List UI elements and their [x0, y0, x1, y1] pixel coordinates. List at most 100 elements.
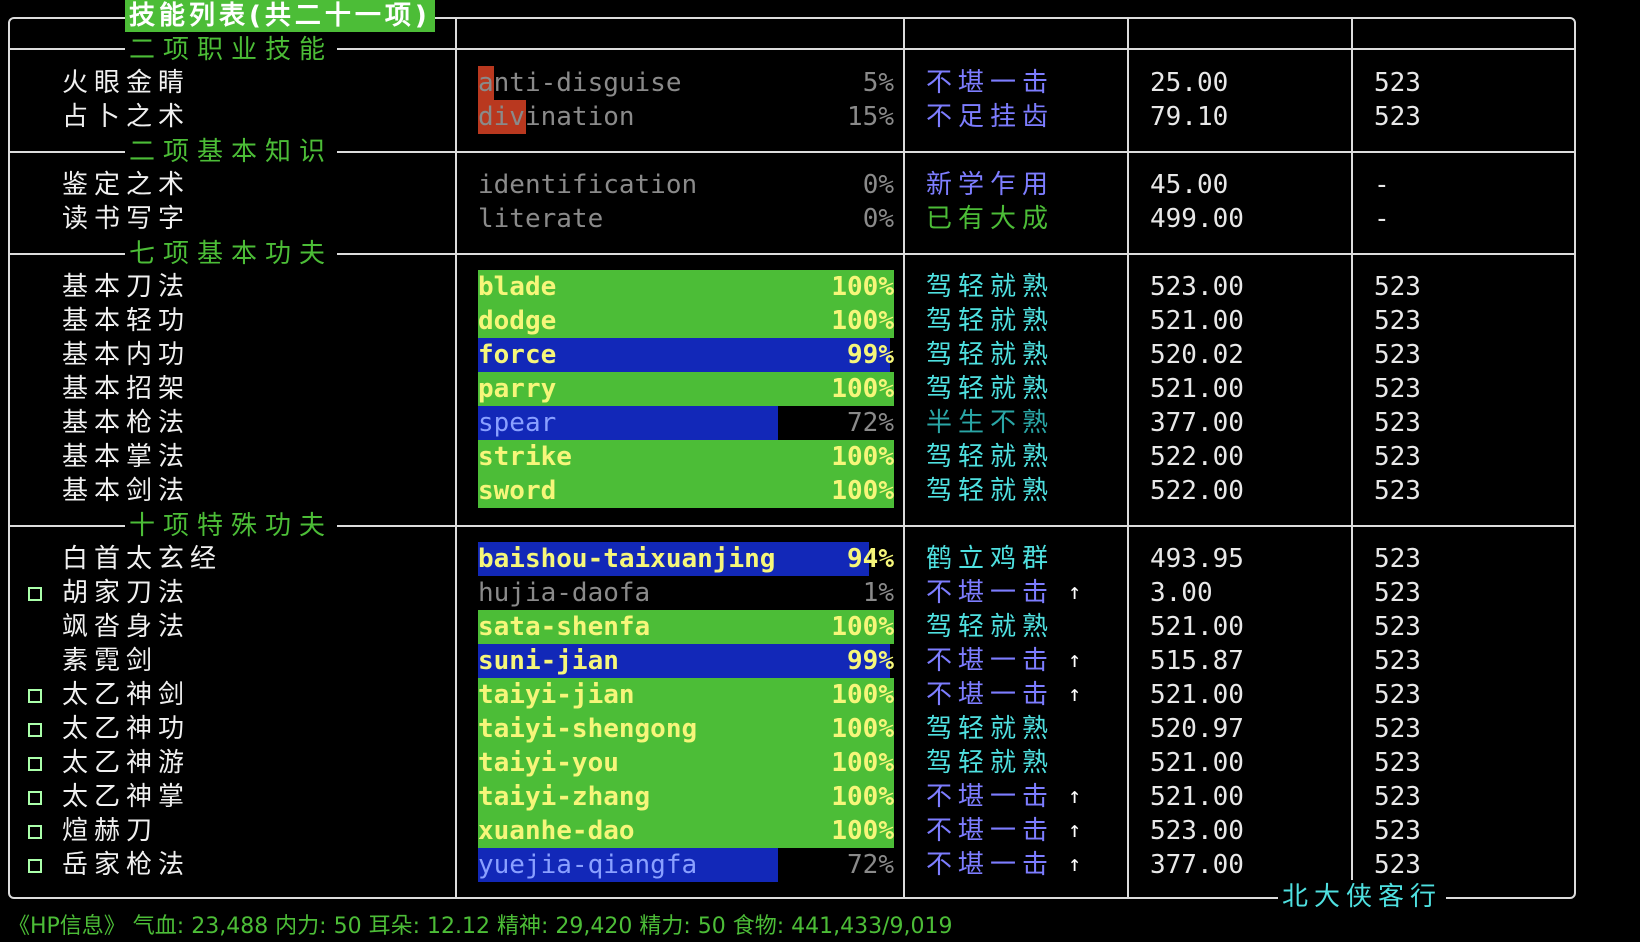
proficiency-level: 不堪一击: [926, 68, 1055, 98]
up-arrow-icon: ↑: [1068, 580, 1082, 605]
enabled-checkbox[interactable]: [28, 825, 42, 839]
skill-chinese-name: 太乙神掌: [62, 782, 191, 812]
skill-value: 493.95: [1150, 544, 1244, 574]
skill-row[interactable]: 太乙神剑 taiyi-jian 100% 不堪一击 ↑ 521.00 523: [0, 678, 1640, 712]
enabled-checkbox[interactable]: [28, 791, 42, 805]
proficiency-level: 驾轻就熟: [926, 442, 1055, 472]
skill-chinese-name: 太乙神剑: [62, 680, 191, 710]
proficiency-level: 不堪一击: [926, 680, 1055, 710]
enabled-checkbox[interactable]: [28, 689, 42, 703]
skill-max: 523: [1374, 476, 1421, 506]
skill-value: 523.00: [1150, 272, 1244, 302]
skill-percent: 100%: [831, 714, 894, 744]
skill-percent: 1%: [862, 578, 894, 608]
proficiency-level: 驾轻就熟: [926, 340, 1055, 370]
skill-max: 523: [1374, 102, 1421, 132]
skill-chinese-name: 岳家枪法: [62, 850, 191, 880]
skill-max: -: [1374, 204, 1390, 234]
skill-row[interactable]: 素霓剑 suni-jian 99% 不堪一击 ↑ 515.87 523: [0, 644, 1640, 678]
enabled-checkbox[interactable]: [28, 587, 42, 601]
up-arrow-icon: ↑: [1068, 852, 1082, 877]
skill-chinese-name: 火眼金睛: [62, 68, 191, 98]
proficiency-level: 不堪一击: [926, 816, 1055, 846]
skill-percent: 0%: [862, 204, 894, 234]
skill-max: 523: [1374, 612, 1421, 642]
skill-value: 499.00: [1150, 204, 1244, 234]
skill-row[interactable]: 基本刀法 blade 100% 驾轻就熟 523.00 523: [0, 270, 1640, 304]
enabled-checkbox[interactable]: [28, 859, 42, 873]
proficiency-level: 半生不熟: [926, 408, 1055, 438]
skill-max: 523: [1374, 442, 1421, 472]
skill-max: 523: [1374, 680, 1421, 710]
section-label: 十项特殊功夫: [125, 511, 338, 541]
hp-status-line: 《HP信息》 气血: 23,488 内力: 50 耳朵: 12.12 精神: 2…: [8, 914, 953, 939]
skill-value: 521.00: [1150, 306, 1244, 336]
skill-percent: 15%: [847, 102, 894, 132]
up-arrow-icon: ↑: [1068, 784, 1082, 809]
skill-row[interactable]: 占卜之术 divination 15% 不足挂齿 79.10 523: [0, 100, 1640, 134]
skill-max: 523: [1374, 646, 1421, 676]
skill-chinese-name: 基本掌法: [62, 442, 191, 472]
skill-percent: 72%: [847, 850, 894, 880]
skill-value: 520.02: [1150, 340, 1244, 370]
enabled-checkbox[interactable]: [28, 723, 42, 737]
skill-value: 520.97: [1150, 714, 1244, 744]
section-label: 二项基本知识: [125, 137, 338, 167]
up-arrow-icon: ↑: [1068, 818, 1082, 843]
skill-value: 515.87: [1150, 646, 1244, 676]
proficiency-level: 驾轻就熟: [926, 272, 1055, 302]
skill-max: 523: [1374, 714, 1421, 744]
skill-chinese-name: 占卜之术: [62, 102, 191, 132]
skill-max: 523: [1374, 374, 1421, 404]
skill-row[interactable]: 太乙神功 taiyi-shengong 100% 驾轻就熟 520.97 523: [0, 712, 1640, 746]
skill-row[interactable]: 读书写字 literate 0% 已有大成 499.00-: [0, 202, 1640, 236]
proficiency-level: 驾轻就熟: [926, 374, 1055, 404]
skill-row[interactable]: 白首太玄经 baishou-taixuanjing 94% 鹤立鸡群 493.95 523: [0, 542, 1640, 576]
skill-row[interactable]: 鉴定之术 identification 0% 新学乍用 45.00-: [0, 168, 1640, 202]
skill-chinese-name: 基本枪法: [62, 408, 191, 438]
skill-row[interactable]: 基本招架 parry 100% 驾轻就熟 521.00 523: [0, 372, 1640, 406]
skill-max: 523: [1374, 408, 1421, 438]
skill-row[interactable]: 基本掌法 strike 100% 驾轻就熟 522.00 523: [0, 440, 1640, 474]
skill-row[interactable]: 太乙神掌 taiyi-zhang 100% 不堪一击 ↑ 521.00 523: [0, 780, 1640, 814]
skill-chinese-name: 基本刀法: [62, 272, 191, 302]
skill-row[interactable]: 胡家刀法 hujia-daofa 1% 不堪一击 ↑ 3.00 523: [0, 576, 1640, 610]
skill-row[interactable]: 基本轻功 dodge 100% 驾轻就熟 521.00 523: [0, 304, 1640, 338]
proficiency-level: 不堪一击: [926, 646, 1055, 676]
skill-row[interactable]: 基本剑法 sword 100% 驾轻就熟 522.00 523: [0, 474, 1640, 508]
section-label: 二项职业技能: [125, 35, 338, 65]
skill-percent: 99%: [847, 340, 894, 370]
skill-max: 523: [1374, 850, 1421, 880]
skill-max: 523: [1374, 578, 1421, 608]
skill-max: -: [1374, 170, 1390, 200]
proficiency-level: 不堪一击: [926, 850, 1055, 880]
enabled-checkbox[interactable]: [28, 757, 42, 771]
skill-row[interactable]: 火眼金睛 anti-disguise 5% 不堪一击 25.00 523: [0, 66, 1640, 100]
skill-chinese-name: 飒沓身法: [62, 612, 191, 642]
skill-chinese-name: 基本内功: [62, 340, 191, 370]
skill-value: 3.00: [1150, 578, 1213, 608]
skill-value: 25.00: [1150, 68, 1229, 98]
skill-row[interactable]: 太乙神游 taiyi-you 100% 驾轻就熟 521.00 523: [0, 746, 1640, 780]
skill-list-title: 技能列表(共二十一项): [125, 0, 435, 32]
skill-max: 523: [1374, 748, 1421, 778]
skill-max: 523: [1374, 272, 1421, 302]
skill-max: 523: [1374, 306, 1421, 336]
skill-value: 521.00: [1150, 680, 1244, 710]
proficiency-level: 新学乍用: [926, 170, 1055, 200]
skill-row[interactable]: 飒沓身法 sata-shenfa 100% 驾轻就熟 521.00 523: [0, 610, 1640, 644]
skill-row[interactable]: 基本枪法 spear 72% 半生不熟 377.00 523: [0, 406, 1640, 440]
skill-max: 523: [1374, 544, 1421, 574]
skill-percent: 100%: [831, 442, 894, 472]
skill-row[interactable]: 岳家枪法 yuejia-qiangfa 72% 不堪一击 ↑ 377.00 523: [0, 848, 1640, 882]
skill-value: 521.00: [1150, 374, 1244, 404]
skill-percent: 100%: [831, 306, 894, 336]
skill-value: 45.00: [1150, 170, 1229, 200]
skill-chinese-name: 胡家刀法: [62, 578, 191, 608]
skill-max: 523: [1374, 68, 1421, 98]
skill-chinese-name: 基本轻功: [62, 306, 191, 336]
skill-row[interactable]: 煊赫刀 xuanhe-dao 100% 不堪一击 ↑ 523.00 523: [0, 814, 1640, 848]
skill-row[interactable]: 基本内功 force 99% 驾轻就熟 520.02 523: [0, 338, 1640, 372]
skill-percent: 100%: [831, 476, 894, 506]
skill-percent: 5%: [862, 68, 894, 98]
